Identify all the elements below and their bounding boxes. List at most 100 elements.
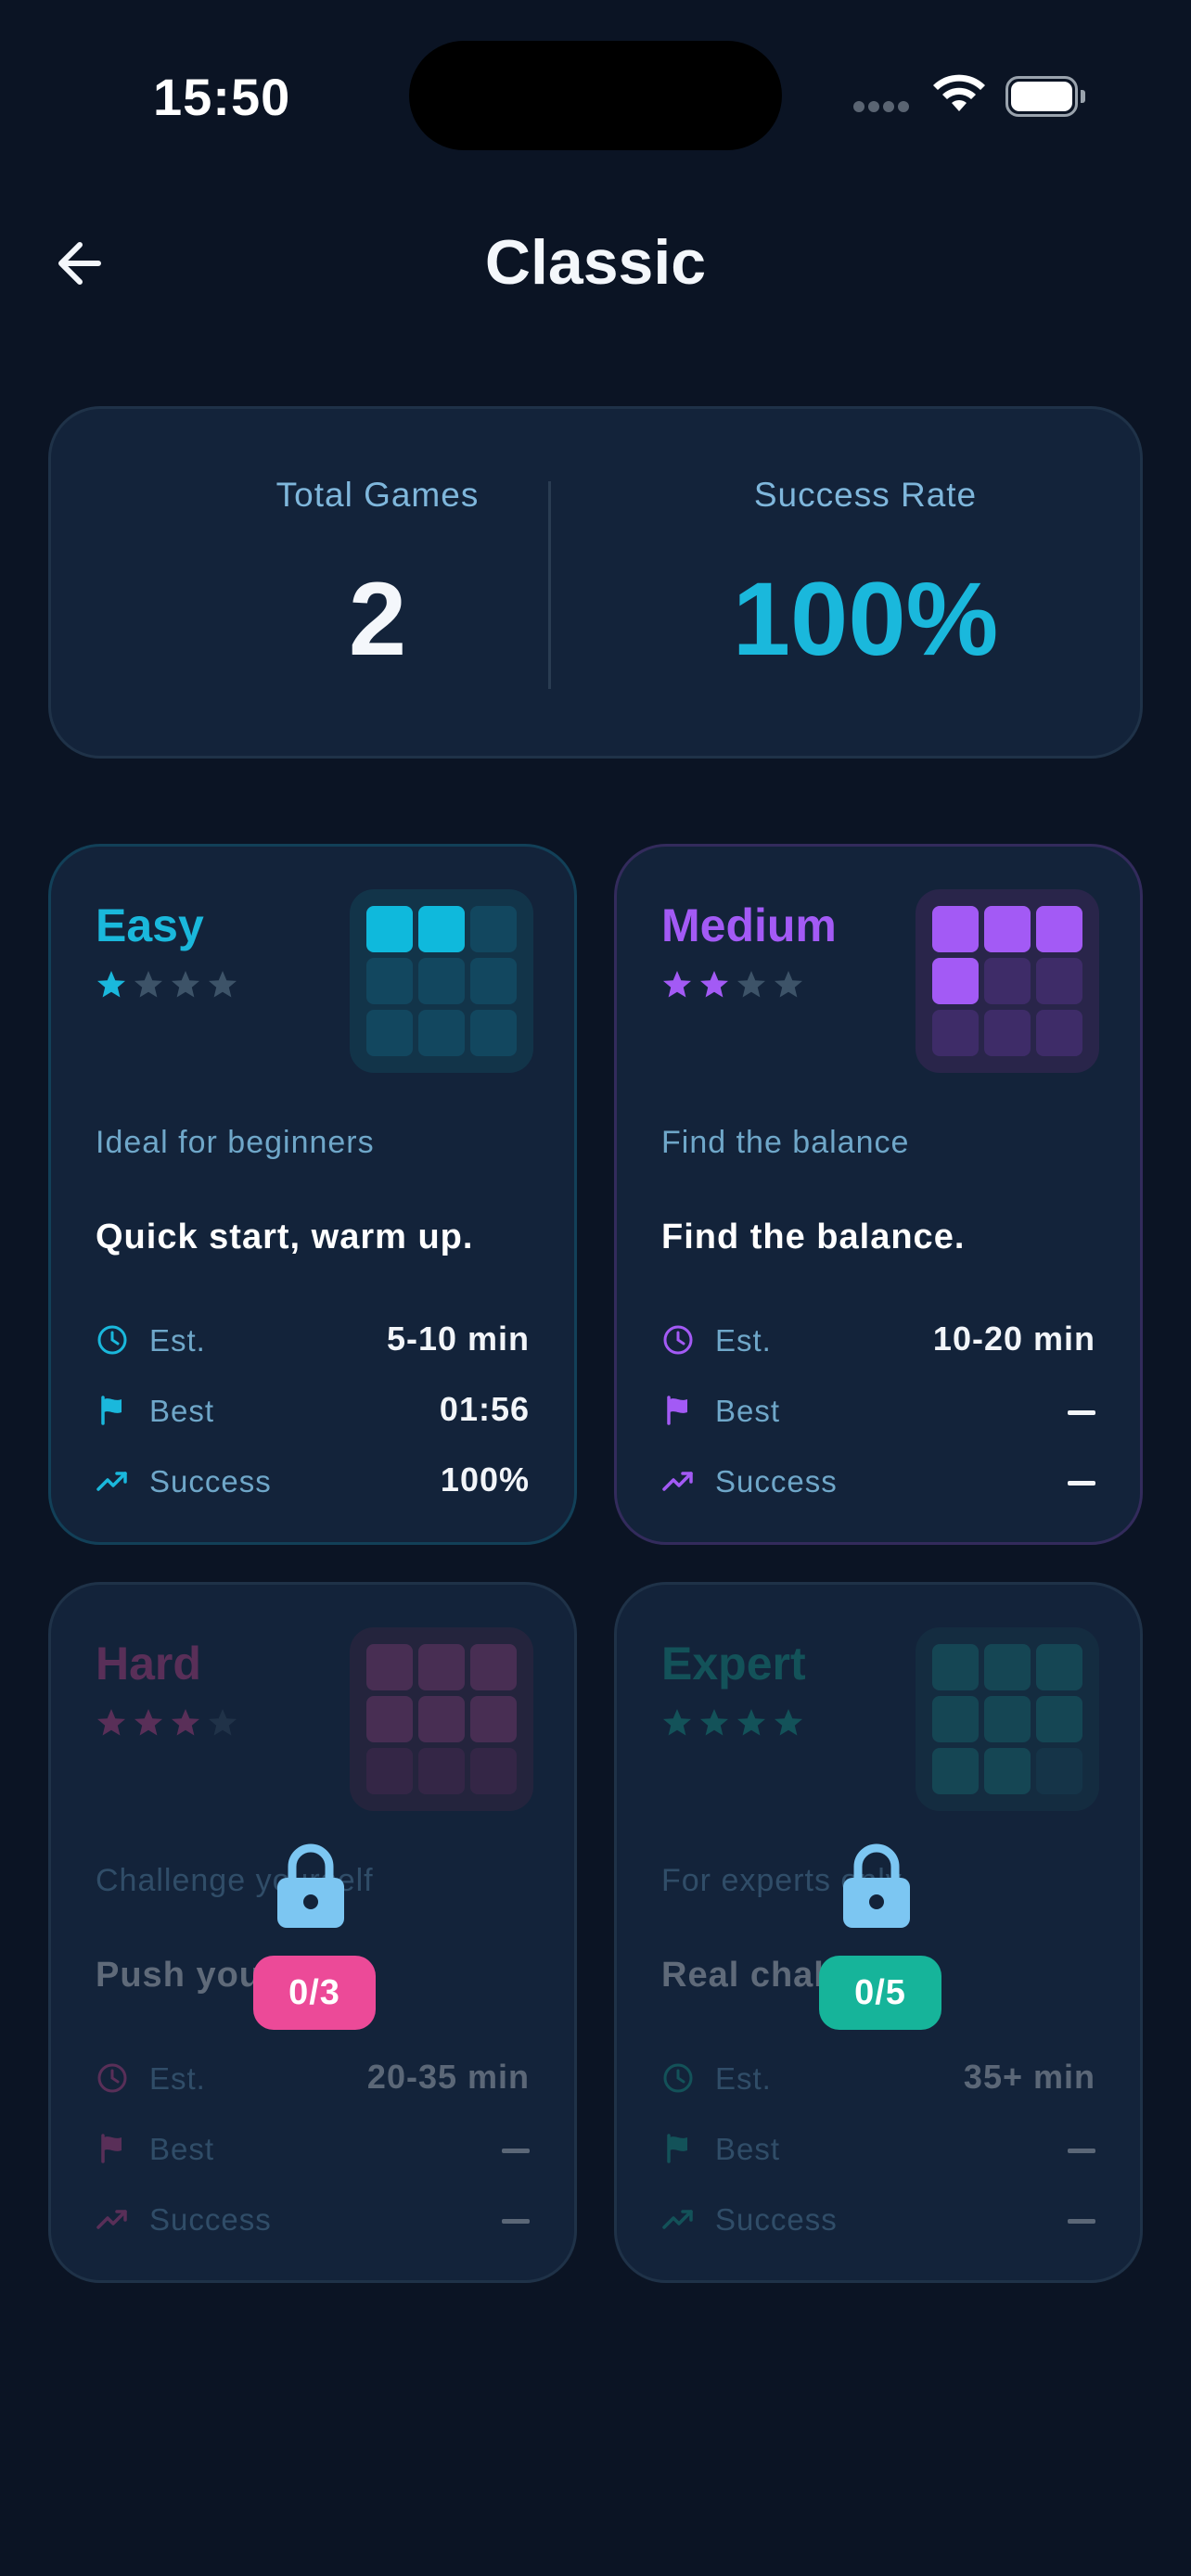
flag-icon (667, 2134, 687, 2163)
level-tagline: Find the balance (661, 1125, 910, 1160)
trend-up-icon (662, 2210, 693, 2229)
success-row: Success 100% (96, 1459, 530, 1505)
grid-cell (470, 906, 517, 952)
difficulty-stars (661, 1707, 810, 1741)
best-row: Best — (96, 2126, 530, 2173)
grid-cell (984, 1010, 1031, 1056)
star-icon (700, 1709, 728, 1736)
clock-icon (97, 2063, 127, 2093)
grid-preview (350, 889, 533, 1073)
grid-cell (984, 1696, 1031, 1742)
success-rate-value: 100% (732, 561, 999, 677)
grid-cell (984, 1644, 1031, 1690)
level-tagline: Ideal for beginners (96, 1125, 375, 1160)
grid-preview (350, 1627, 533, 1811)
grid-cell (470, 958, 517, 1004)
grid-cell (418, 906, 465, 952)
success-label: Success (715, 1464, 838, 1498)
best-label: Best (149, 2132, 215, 2166)
flag-icon (667, 1396, 687, 1425)
status-time: 15:50 (153, 68, 291, 126)
grid-cell (366, 1010, 413, 1056)
grid-cell (1036, 958, 1082, 1004)
success-row: Success — (661, 2197, 1095, 2243)
difficulty-stars (96, 1707, 244, 1741)
star-icon (775, 1709, 802, 1736)
est-value: 10-20 min (932, 1320, 1095, 1358)
success-value: 100% (440, 1460, 530, 1498)
est-value: 20-35 min (366, 2058, 530, 2096)
grid-cell (366, 1748, 413, 1794)
level-card-medium[interactable]: Medium Find the balance Find the balance… (614, 844, 1143, 1545)
level-name: Expert (661, 1638, 806, 1690)
grid-cell (932, 906, 979, 952)
grid-cell (932, 958, 979, 1004)
lock-icon (277, 1843, 344, 1928)
clock-icon (97, 1325, 127, 1355)
grid-cell (470, 1644, 517, 1690)
success-label: Success (149, 1464, 272, 1498)
grid-cell (470, 1696, 517, 1742)
level-description: Quick start, warm up. (96, 1218, 474, 1256)
level-name: Easy (96, 899, 204, 951)
est-value: 35+ min (963, 2058, 1095, 2096)
star-icon (737, 1709, 765, 1736)
clock-icon (663, 1325, 693, 1355)
grid-cell (932, 1644, 979, 1690)
best-row: Best 01:56 (96, 1388, 530, 1435)
level-name: Medium (661, 899, 837, 951)
level-name: Hard (96, 1638, 201, 1690)
star-icon (737, 971, 765, 998)
grid-cell (366, 906, 413, 952)
difficulty-stars (661, 969, 810, 1002)
star-icon (209, 971, 237, 998)
grid-cell (1036, 1644, 1082, 1690)
est-row: Est. 10-20 min (661, 1318, 1095, 1364)
grid-cell (984, 958, 1031, 1004)
level-card-easy[interactable]: Easy Ideal for beginners Quick start, wa… (48, 844, 577, 1545)
grid-cell (418, 958, 465, 1004)
total-games-label: Total Games (275, 476, 480, 514)
trend-up-icon (96, 1472, 127, 1491)
grid-cell (418, 1644, 465, 1690)
grid-cell (418, 1748, 465, 1794)
grid-cell (932, 1748, 979, 1794)
star-icon (172, 971, 199, 998)
grid-cell (984, 906, 1031, 952)
flag-icon (101, 1396, 122, 1425)
lock-icon (843, 1843, 910, 1928)
difficulty-stars (96, 969, 244, 1002)
star-icon (663, 1709, 691, 1736)
best-row: Best — (661, 2126, 1095, 2173)
star-icon (97, 1709, 125, 1736)
grid-cell (366, 1696, 413, 1742)
success-row: Success — (96, 2197, 530, 2243)
est-value: 5-10 min (386, 1320, 530, 1358)
star-icon (663, 971, 691, 998)
star-icon (700, 971, 728, 998)
star-icon (775, 971, 802, 998)
star-icon (134, 971, 162, 998)
est-label: Est. (149, 1323, 206, 1358)
best-label: Best (149, 1394, 215, 1428)
grid-cell (984, 1748, 1031, 1794)
est-label: Est. (715, 2061, 772, 2096)
star-icon (209, 1709, 237, 1736)
success-label: Success (149, 2202, 272, 2237)
grid-cell (366, 958, 413, 1004)
grid-cell (932, 1010, 979, 1056)
level-card-hard[interactable]: Hard Challenge yourself Push yourself. E… (48, 1582, 577, 2283)
best-row: Best — (661, 1388, 1095, 1435)
best-label: Best (715, 1394, 781, 1428)
level-description: Find the balance. (661, 1218, 966, 1256)
level-card-expert[interactable]: Expert For experts only Real challenge. … (614, 1582, 1143, 2283)
star-icon (97, 971, 125, 998)
est-row: Est. 5-10 min (96, 1318, 530, 1364)
battery-icon (1005, 76, 1085, 117)
wifi-icon (933, 74, 985, 111)
star-icon (172, 1709, 199, 1736)
grid-cell (418, 1010, 465, 1056)
best-value: 01:56 (439, 1390, 530, 1428)
est-row: Est. 20-35 min (96, 2056, 530, 2102)
best-label: Best (715, 2132, 781, 2166)
